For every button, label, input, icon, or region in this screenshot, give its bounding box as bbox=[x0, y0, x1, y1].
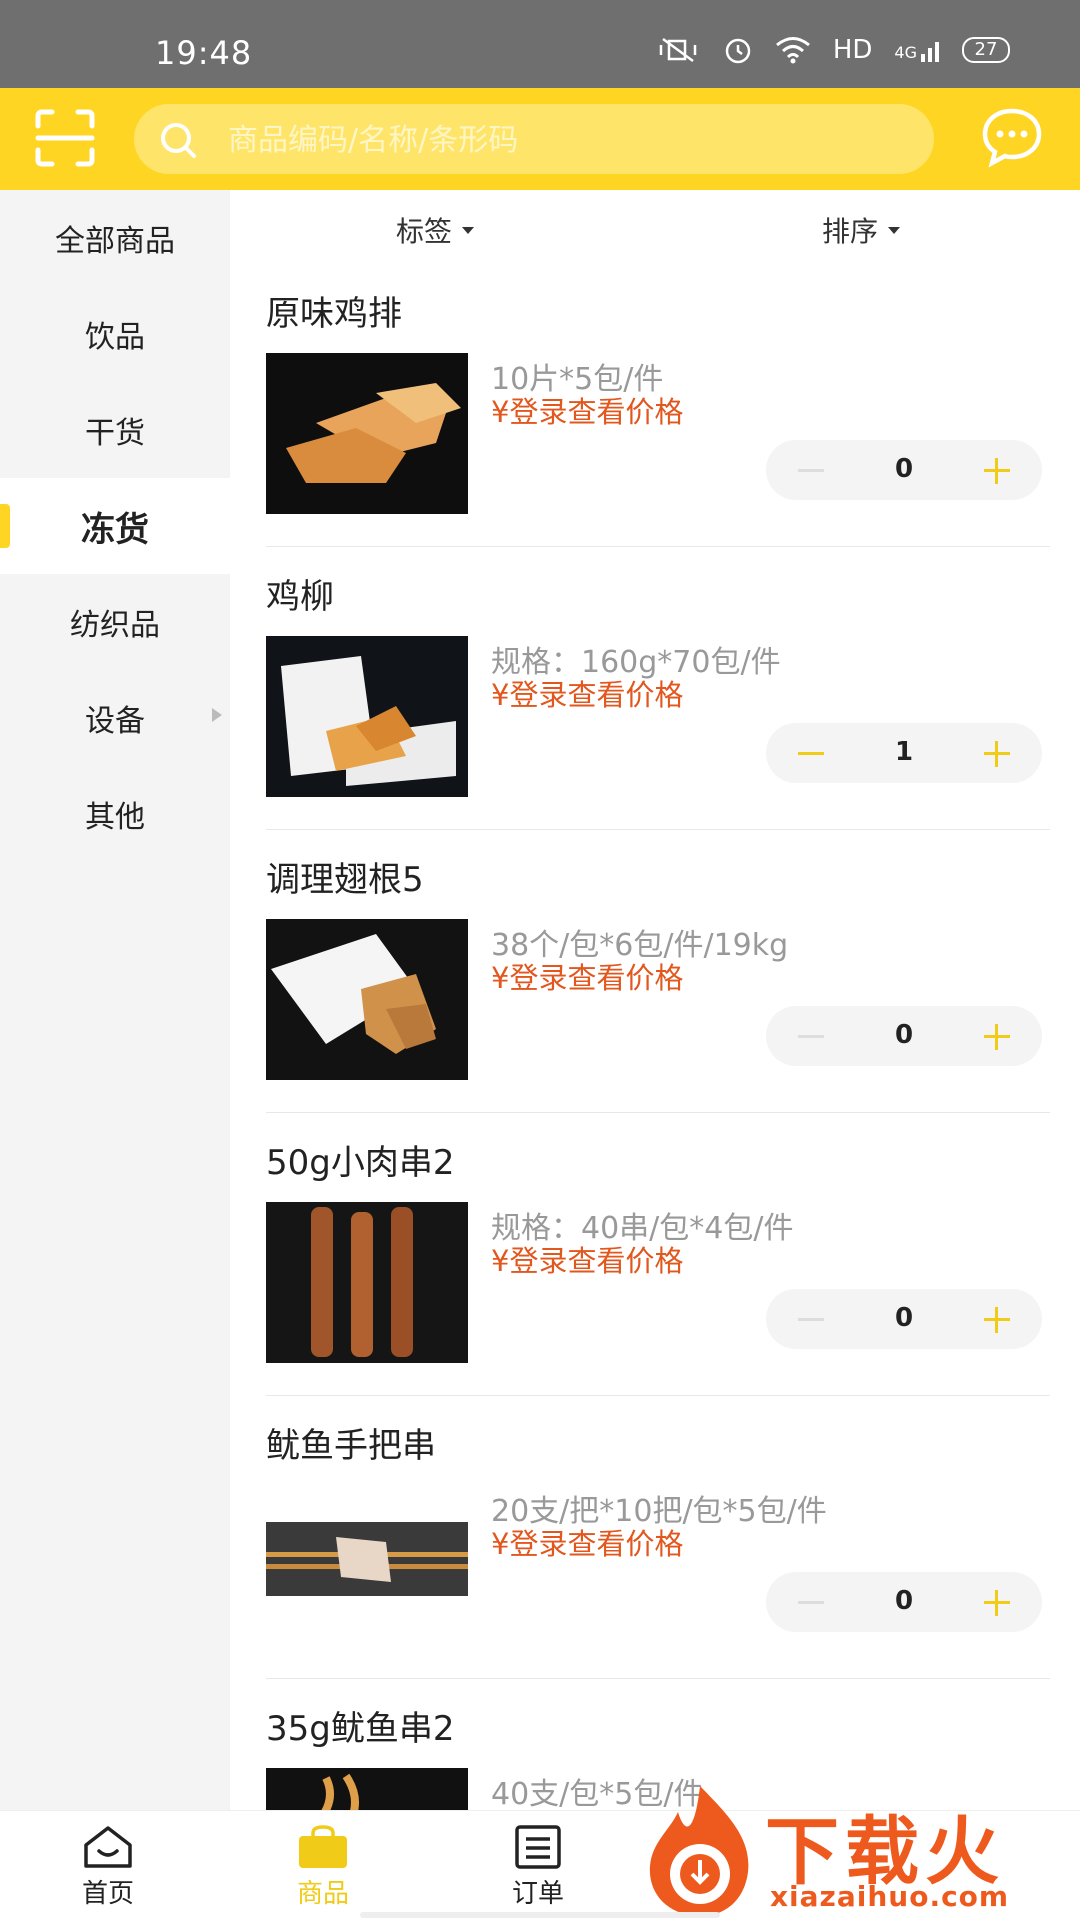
signal-label: 4G bbox=[894, 38, 940, 62]
product-price[interactable]: ¥登录查看价格 bbox=[491, 389, 683, 431]
wifi-icon bbox=[775, 37, 810, 64]
quantity-value: 0 bbox=[894, 1020, 914, 1050]
nav-products[interactable]: 商品 bbox=[253, 1825, 393, 1915]
battery-icon: 27 bbox=[962, 37, 1010, 63]
quantity-stepper: 0 bbox=[766, 1572, 1042, 1632]
sidebar-item-label: 纺织品 bbox=[70, 608, 160, 643]
filter-bar: 标签 排序 bbox=[230, 190, 1080, 264]
product-name: 50g小肉串2 bbox=[266, 1143, 455, 1183]
scan-icon[interactable] bbox=[34, 108, 96, 168]
sidebar-item-label: 干货 bbox=[85, 416, 145, 451]
caret-down-icon bbox=[888, 226, 901, 234]
product-item[interactable]: 鱿鱼手把串 20支/把*10把/包*5包/件 ¥登录查看价格 0 bbox=[230, 1396, 1080, 1679]
watermark-url: xiazaihuo.com bbox=[770, 1880, 1010, 1913]
increase-button[interactable] bbox=[972, 737, 1022, 769]
sidebar-item-label: 饮品 bbox=[85, 320, 145, 355]
product-image[interactable] bbox=[266, 353, 468, 514]
sidebar-item-equipment[interactable]: 设备 bbox=[0, 670, 230, 766]
decrease-button[interactable] bbox=[786, 1022, 836, 1050]
product-item[interactable]: 原味鸡排 10片*5包/件 ¥登录查看价格 0 bbox=[230, 264, 1080, 547]
bag-icon bbox=[299, 1825, 347, 1868]
sort-dropdown[interactable]: 排序 bbox=[822, 210, 901, 250]
quantity-stepper: 0 bbox=[766, 440, 1042, 500]
product-price[interactable]: ¥登录查看价格 bbox=[491, 672, 683, 714]
sidebar-item-label: 冻货 bbox=[81, 509, 149, 550]
decrease-button[interactable] bbox=[786, 1588, 836, 1616]
header bbox=[0, 88, 1080, 190]
product-price[interactable]: ¥登录查看价格 bbox=[491, 1238, 683, 1280]
quantity-stepper: 1 bbox=[766, 723, 1042, 783]
increase-button[interactable] bbox=[972, 1303, 1022, 1335]
product-image[interactable] bbox=[266, 636, 468, 797]
product-image[interactable] bbox=[266, 1768, 468, 1810]
quantity-stepper: 0 bbox=[766, 1289, 1042, 1349]
product-list: 原味鸡排 10片*5包/件 ¥登录查看价格 0 鸡柳 规格：160g*70包/件… bbox=[230, 264, 1080, 1810]
nav-orders[interactable]: 订单 bbox=[468, 1825, 608, 1915]
tag-filter-label: 标签 bbox=[396, 215, 453, 248]
quantity-value: 1 bbox=[894, 737, 914, 767]
search-input[interactable] bbox=[226, 112, 920, 168]
product-item[interactable]: 50g小肉串2 规格：40串/包*4包/件 ¥登录查看价格 0 bbox=[230, 1113, 1080, 1396]
sidebar-item-frozen[interactable]: 冻货 bbox=[0, 478, 230, 574]
product-image[interactable] bbox=[266, 919, 468, 1080]
alarm-icon bbox=[725, 38, 751, 64]
nav-orders-label: 订单 bbox=[511, 1879, 564, 1909]
nav-home-label: 首页 bbox=[81, 1879, 134, 1909]
increase-button[interactable] bbox=[972, 1586, 1022, 1618]
status-bar: 19:48 HD 4G 27 bbox=[0, 0, 1080, 88]
quantity-value: 0 bbox=[894, 454, 914, 484]
decrease-button[interactable] bbox=[786, 739, 836, 767]
category-sidebar: 全部商品 饮品 干货 冻货 纺织品 设备 其他 bbox=[0, 190, 230, 1810]
watermark: 下载火 xiazaihuo.com bbox=[640, 1782, 1080, 1920]
signal-icon bbox=[921, 42, 939, 62]
increase-button[interactable] bbox=[972, 454, 1022, 486]
sidebar-item-textiles[interactable]: 纺织品 bbox=[0, 574, 230, 670]
product-image[interactable] bbox=[266, 1522, 468, 1596]
product-name: 鱿鱼手把串 bbox=[266, 1426, 436, 1466]
nav-products-label: 商品 bbox=[296, 1879, 349, 1909]
mute-vibrate-icon bbox=[659, 37, 697, 63]
product-name: 鸡柳 bbox=[266, 577, 334, 617]
decrease-button[interactable] bbox=[786, 1305, 836, 1333]
sidebar-item-drinks[interactable]: 饮品 bbox=[0, 286, 230, 382]
search-icon bbox=[161, 123, 196, 158]
status-time: 19:48 bbox=[155, 34, 253, 72]
quantity-value: 0 bbox=[894, 1586, 914, 1616]
decrease-button[interactable] bbox=[786, 456, 836, 484]
product-item[interactable]: 调理翅根5 38个/包*6包/件/19kg ¥登录查看价格 0 bbox=[230, 830, 1080, 1113]
product-price[interactable]: ¥登录查看价格 bbox=[491, 955, 683, 997]
sidebar-item-label: 全部商品 bbox=[55, 224, 175, 259]
quantity-value: 0 bbox=[894, 1303, 914, 1333]
home-indicator bbox=[360, 1912, 720, 1918]
network-hd-label: HD bbox=[832, 35, 873, 65]
product-price[interactable]: ¥登录查看价格 bbox=[491, 1521, 683, 1563]
sidebar-item-other[interactable]: 其他 bbox=[0, 766, 230, 862]
sidebar-item-label: 设备 bbox=[85, 704, 145, 739]
message-icon[interactable] bbox=[980, 106, 1044, 168]
product-name: 原味鸡排 bbox=[266, 294, 402, 334]
flame-logo-icon bbox=[649, 1786, 749, 1917]
sidebar-item-all[interactable]: 全部商品 bbox=[0, 190, 230, 286]
product-name: 调理翅根5 bbox=[266, 860, 424, 900]
product-name: 35g鱿鱼串2 bbox=[266, 1709, 455, 1749]
search-bar[interactable] bbox=[134, 104, 934, 174]
order-icon bbox=[515, 1825, 561, 1869]
increase-button[interactable] bbox=[972, 1020, 1022, 1052]
expand-arrow-icon bbox=[212, 708, 222, 722]
home-icon bbox=[84, 1826, 132, 1868]
product-item[interactable]: 鸡柳 规格：160g*70包/件 ¥登录查看价格 1 bbox=[230, 547, 1080, 830]
status-icons: HD 4G 27 bbox=[655, 30, 1010, 70]
nav-home[interactable]: 首页 bbox=[38, 1825, 178, 1915]
caret-down-icon bbox=[462, 226, 475, 234]
tag-filter-dropdown[interactable]: 标签 bbox=[396, 210, 475, 250]
product-image[interactable] bbox=[266, 1202, 468, 1363]
sort-label: 排序 bbox=[822, 215, 879, 248]
sidebar-item-label: 其他 bbox=[85, 800, 145, 835]
sidebar-item-dry-goods[interactable]: 干货 bbox=[0, 382, 230, 478]
quantity-stepper: 0 bbox=[766, 1006, 1042, 1066]
